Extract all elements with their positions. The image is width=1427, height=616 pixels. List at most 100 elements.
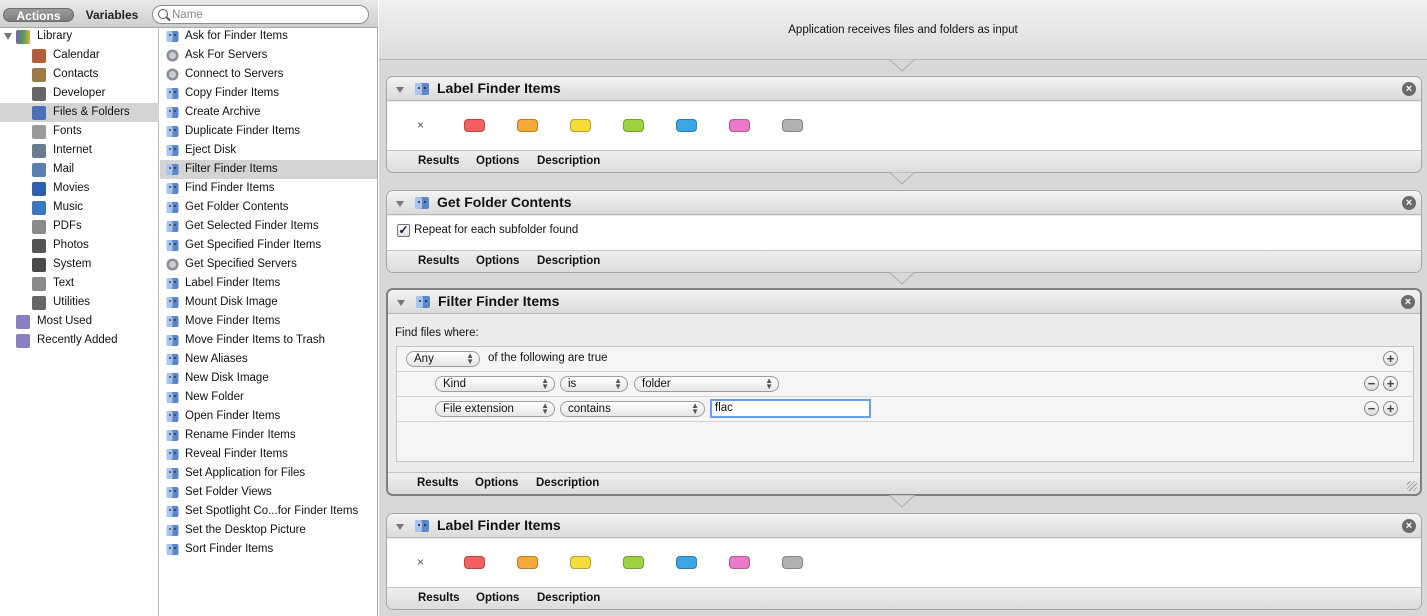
action-list-item[interactable]: Sort Finder Items	[160, 540, 377, 559]
sidebar-item[interactable]: Music	[0, 198, 159, 217]
sidebar-item[interactable]: PDFs	[0, 217, 159, 236]
disclosure-triangle-icon[interactable]	[4, 33, 12, 40]
action-list-item[interactable]: Ask For Servers	[160, 46, 377, 65]
repeat-subfolder-checkbox[interactable]: ✓	[397, 224, 410, 237]
label-color-swatch[interactable]	[676, 556, 697, 569]
action-list-item[interactable]: Ask for Finder Items	[160, 27, 377, 46]
options-tab[interactable]: Options	[475, 477, 518, 489]
sidebar-item[interactable]: Internet	[0, 141, 159, 160]
disclosure-triangle-icon[interactable]	[397, 300, 405, 306]
label-color-swatch[interactable]	[782, 119, 803, 132]
actions-tab[interactable]: Actions	[3, 8, 74, 23]
criterion-operator-popup[interactable]: contains ▲ ▼	[560, 401, 705, 417]
criterion-value-field[interactable]: flac	[710, 399, 871, 418]
action-list-item[interactable]: Open Finder Items	[160, 407, 377, 426]
disclosure-triangle-icon[interactable]	[396, 524, 404, 530]
variables-tab[interactable]: Variables	[78, 8, 146, 22]
close-icon[interactable]: ×	[1402, 519, 1416, 533]
remove-criterion-icon[interactable]: −	[1364, 376, 1379, 391]
sidebar-item[interactable]: Text	[0, 274, 159, 293]
criterion-field-popup[interactable]: Kind ▲ ▼	[435, 376, 555, 392]
smart-group-item[interactable]: Recently Added	[0, 331, 159, 350]
sidebar-item[interactable]: Files & Folders	[0, 103, 159, 122]
criterion-field-popup[interactable]: File extension ▲ ▼	[435, 401, 555, 417]
sidebar-item[interactable]: Movies	[0, 179, 159, 198]
action-list-item[interactable]: New Folder	[160, 388, 377, 407]
action-list-item[interactable]: Create Archive	[160, 103, 377, 122]
label-color-swatch[interactable]	[729, 556, 750, 569]
action-block-get-folder-contents[interactable]: Get Folder Contents × ✓ Repeat for each …	[386, 190, 1422, 273]
library-root-item[interactable]: Library	[0, 27, 159, 46]
sidebar-item[interactable]: Developer	[0, 84, 159, 103]
action-list-item[interactable]: Move Finder Items to Trash	[160, 331, 377, 350]
smart-group-item[interactable]: Most Used	[0, 312, 159, 331]
sidebar-item[interactable]: Utilities	[0, 293, 159, 312]
close-icon[interactable]: ×	[1402, 196, 1416, 210]
action-list-item[interactable]: Eject Disk	[160, 141, 377, 160]
label-color-swatch[interactable]	[623, 119, 644, 132]
results-tab[interactable]: Results	[418, 155, 460, 167]
sidebar-item[interactable]: Contacts	[0, 65, 159, 84]
clear-label-button[interactable]: ×	[417, 118, 424, 132]
options-tab[interactable]: Options	[476, 255, 519, 267]
action-list-item[interactable]: Find Finder Items	[160, 179, 377, 198]
action-list-item[interactable]: Duplicate Finder Items	[160, 122, 377, 141]
sidebar-item[interactable]: Fonts	[0, 122, 159, 141]
label-color-swatch[interactable]	[464, 556, 485, 569]
description-tab[interactable]: Description	[537, 255, 600, 267]
results-tab[interactable]: Results	[418, 592, 460, 604]
search-input[interactable]	[172, 7, 362, 22]
action-list-item[interactable]: Set Application for Files	[160, 464, 377, 483]
label-color-swatch[interactable]	[570, 556, 591, 569]
description-tab[interactable]: Description	[536, 477, 599, 489]
label-color-swatch[interactable]	[782, 556, 803, 569]
match-mode-popup[interactable]: Any ▲ ▼	[406, 351, 480, 367]
options-tab[interactable]: Options	[476, 155, 519, 167]
action-list-item[interactable]: Filter Finder Items	[160, 160, 377, 179]
label-color-swatch[interactable]	[623, 556, 644, 569]
action-block-filter-finder-items[interactable]: Filter Finder Items × Find files where: …	[386, 288, 1422, 496]
add-criterion-icon[interactable]: +	[1383, 401, 1398, 416]
label-color-swatch[interactable]	[676, 119, 697, 132]
add-criterion-icon[interactable]: +	[1383, 376, 1398, 391]
criterion-operator-popup[interactable]: is ▲ ▼	[560, 376, 628, 392]
action-list-item[interactable]: Move Finder Items	[160, 312, 377, 331]
action-list-item[interactable]: Get Specified Servers	[160, 255, 377, 274]
disclosure-triangle-icon[interactable]	[396, 201, 404, 207]
action-list-item[interactable]: Set Folder Views	[160, 483, 377, 502]
action-block-label-finder-items-2[interactable]: Label Finder Items × × Results Options D…	[386, 513, 1422, 610]
label-color-swatch[interactable]	[570, 119, 591, 132]
label-color-swatch[interactable]	[729, 119, 750, 132]
remove-criterion-icon[interactable]: −	[1364, 401, 1379, 416]
description-tab[interactable]: Description	[537, 155, 600, 167]
options-tab[interactable]: Options	[476, 592, 519, 604]
action-list-item[interactable]: New Aliases	[160, 350, 377, 369]
clear-label-button[interactable]: ×	[417, 555, 424, 569]
label-color-swatch[interactable]	[464, 119, 485, 132]
action-list-item[interactable]: Rename Finder Items	[160, 426, 377, 445]
action-list-item[interactable]: Connect to Servers	[160, 65, 377, 84]
sidebar-item[interactable]: Calendar	[0, 46, 159, 65]
action-list-item[interactable]: Get Folder Contents	[160, 198, 377, 217]
close-icon[interactable]: ×	[1401, 295, 1415, 309]
action-list-item[interactable]: Set Spotlight Co...for Finder Items	[160, 502, 377, 521]
description-tab[interactable]: Description	[537, 592, 600, 604]
action-list-item[interactable]: Get Selected Finder Items	[160, 217, 377, 236]
action-list-item[interactable]: Mount Disk Image	[160, 293, 377, 312]
action-list-item[interactable]: Set the Desktop Picture	[160, 521, 377, 540]
results-tab[interactable]: Results	[417, 477, 459, 489]
sidebar-item[interactable]: Photos	[0, 236, 159, 255]
action-list-item[interactable]: Reveal Finder Items	[160, 445, 377, 464]
results-tab[interactable]: Results	[418, 255, 460, 267]
disclosure-triangle-icon[interactable]	[396, 87, 404, 93]
action-list-item[interactable]: Copy Finder Items	[160, 84, 377, 103]
label-color-swatch[interactable]	[517, 556, 538, 569]
close-icon[interactable]: ×	[1402, 82, 1416, 96]
sidebar-item[interactable]: System	[0, 255, 159, 274]
search-field[interactable]	[152, 5, 369, 24]
action-block-label-finder-items[interactable]: Label Finder Items × × Results Options D…	[386, 76, 1422, 173]
action-list-item[interactable]: Get Specified Finder Items	[160, 236, 377, 255]
resize-handle-icon[interactable]	[1407, 481, 1417, 491]
action-list-item[interactable]: New Disk Image	[160, 369, 377, 388]
sidebar-item[interactable]: Mail	[0, 160, 159, 179]
